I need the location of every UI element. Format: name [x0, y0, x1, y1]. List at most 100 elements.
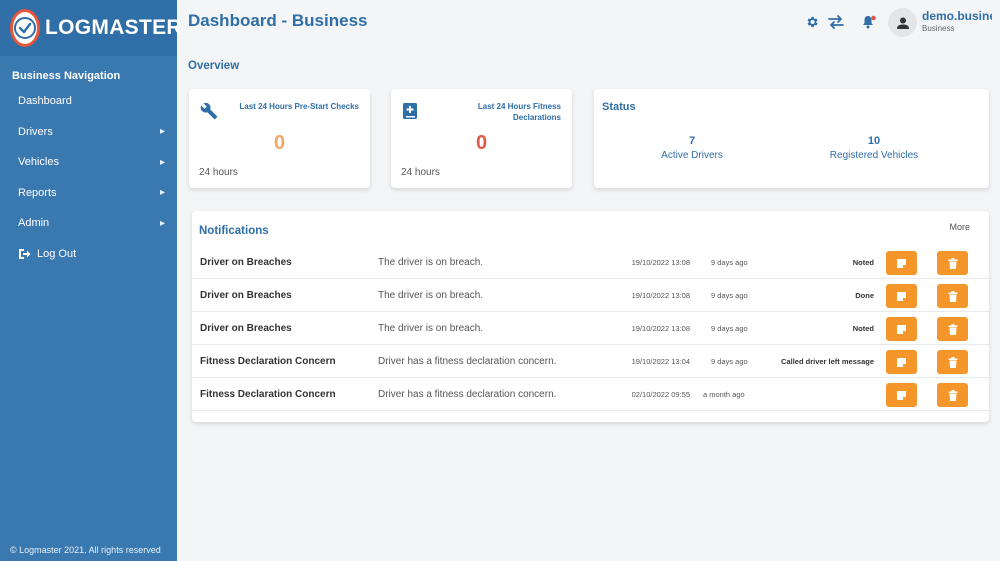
delete-button[interactable]: [937, 251, 968, 275]
note-button[interactable]: [886, 317, 917, 341]
avatar[interactable]: [888, 8, 917, 37]
notification-title: Driver on Breaches: [200, 290, 292, 301]
user-role: Business: [922, 24, 955, 33]
card-value: 0: [475, 132, 488, 154]
note-icon: [897, 390, 906, 400]
registered-vehicles-value: 10: [867, 135, 881, 147]
sidebar-item-reports[interactable]: Reports ▸: [0, 178, 177, 209]
sidebar-item-admin[interactable]: Admin ▸: [0, 208, 177, 239]
notification-status: Called driver left message: [781, 357, 874, 366]
notification-row: Fitness Declaration Concern Driver has a…: [192, 345, 990, 378]
notification-message: The driver is on breach.: [378, 323, 484, 334]
notification-row: Fitness Declaration Concern Driver has a…: [192, 378, 990, 411]
notification-ago: 9 days ago: [711, 357, 748, 366]
notification-message: Driver has a fitness declaration concern…: [378, 389, 557, 400]
status-title: Status: [602, 101, 636, 113]
notification-bell-icon[interactable]: [860, 13, 878, 31]
note-icon: [897, 258, 906, 268]
notifications-title: Notifications: [199, 225, 269, 237]
notification-status: Noted: [852, 324, 874, 333]
notification-ago: 9 days ago: [711, 324, 748, 333]
registered-vehicles-stat[interactable]: 10 Registered Vehicles: [794, 135, 954, 161]
registered-vehicles-label: Registered Vehicles: [829, 150, 919, 161]
notification-title: Fitness Declaration Concern: [200, 356, 336, 367]
notification-title: Driver on Breaches: [200, 323, 292, 334]
card-value: 0: [273, 132, 286, 154]
switch-arrows-icon[interactable]: [827, 13, 845, 31]
active-drivers-stat[interactable]: 7 Active Drivers: [612, 135, 772, 161]
delete-button[interactable]: [937, 350, 968, 374]
delete-button[interactable]: [937, 383, 968, 407]
card-title: Last 24 Hours Fitness Declarations: [477, 102, 561, 122]
copyright: © Logmaster 2021. All rights reserved: [10, 545, 161, 555]
gear-icon[interactable]: [803, 13, 821, 31]
note-button[interactable]: [886, 251, 917, 275]
sidebar: LOGMASTER Business Navigation Dashboard …: [0, 0, 182, 561]
brand-bar: LOGMASTER: [0, 0, 182, 56]
notification-row: Driver on Breaches The driver is on brea…: [192, 312, 990, 345]
notification-message: The driver is on breach.: [378, 257, 484, 268]
chevron-right-icon: ▸: [159, 217, 165, 229]
brand-name: LOGMASTER: [45, 16, 182, 39]
note-icon: [897, 291, 906, 301]
note-icon: [897, 324, 906, 334]
trash-icon: [948, 389, 957, 401]
notification-date: 19/10/2022 13:08: [631, 258, 690, 267]
sidebar-item-label: Log Out: [37, 247, 77, 260]
note-button[interactable]: [886, 383, 917, 407]
status-card: Status 7 Active Drivers 10 Registered Ve…: [594, 89, 989, 188]
page-title: Dashboard - Business: [188, 11, 368, 30]
active-drivers-value: 7: [688, 135, 696, 147]
header: Dashboard - Business demo.business Busin…: [177, 0, 1000, 46]
notification-row: Driver on Breaches The driver is on brea…: [192, 246, 990, 279]
notification-date: 19/10/2022 13:08: [631, 324, 690, 333]
sidebar-item-label: Vehicles: [18, 156, 59, 169]
notification-ago: 9 days ago: [711, 258, 748, 267]
notification-ago: 9 days ago: [711, 291, 748, 300]
notification-date: 19/10/2022 13:08: [631, 291, 690, 300]
wrench-icon: [200, 102, 218, 125]
sidebar-item-label: Admin: [18, 217, 50, 230]
notification-title: Fitness Declaration Concern: [200, 389, 336, 400]
nav-heading: Business Navigation: [12, 70, 121, 82]
notification-date: 02/10/2022 09:55: [631, 390, 690, 399]
card-subtitle: 24 hours: [401, 167, 440, 178]
note-icon: [897, 357, 906, 367]
user-name[interactable]: demo.business: [922, 9, 992, 23]
overview-title: Overview: [188, 60, 240, 72]
notification-message: The driver is on breach.: [378, 290, 484, 301]
logout-icon: [18, 248, 31, 260]
chevron-right-icon: ▸: [159, 156, 165, 168]
chevron-right-icon: ▸: [159, 187, 165, 199]
chevron-right-icon: ▸: [159, 126, 165, 138]
notifications-card: Notifications More Driver on Breaches Th…: [192, 211, 990, 422]
fitness-declarations-card[interactable]: Last 24 Hours Fitness Declarations 0 24 …: [391, 89, 572, 188]
trash-icon: [948, 356, 957, 368]
sidebar-item-label: Dashboard: [18, 95, 72, 108]
sidebar-item-label: Drivers: [18, 125, 53, 138]
sidebar-item-drivers[interactable]: Drivers ▸: [0, 117, 177, 148]
trash-icon: [948, 290, 957, 302]
sidebar-item-logout[interactable]: Log Out: [0, 239, 177, 270]
more-link[interactable]: More: [949, 222, 970, 232]
active-drivers-label: Active Drivers: [661, 150, 723, 161]
sidebar-item-vehicles[interactable]: Vehicles ▸: [0, 147, 177, 178]
note-button[interactable]: [886, 284, 917, 308]
delete-button[interactable]: [937, 284, 968, 308]
prestart-checks-card[interactable]: Last 24 Hours Pre-Start Checks 0 24 hour…: [189, 89, 370, 188]
notification-ago: a month ago: [703, 390, 745, 399]
notification-status: Done: [855, 291, 874, 300]
sidebar-item-label: Reports: [18, 186, 57, 199]
note-button[interactable]: [886, 350, 917, 374]
delete-button[interactable]: [937, 317, 968, 341]
notification-row: Driver on Breaches The driver is on brea…: [192, 279, 990, 312]
logmaster-logo-icon: [10, 9, 40, 47]
notification-date: 19/10/2022 13:04: [631, 357, 690, 366]
card-title: Last 24 Hours Pre-Start Checks: [239, 102, 359, 111]
notification-message: Driver has a fitness declaration concern…: [378, 356, 557, 367]
sidebar-item-dashboard[interactable]: Dashboard: [0, 86, 177, 117]
notification-title: Driver on Breaches: [200, 257, 292, 268]
notification-status: Noted: [852, 258, 874, 267]
trash-icon: [948, 323, 957, 335]
trash-icon: [948, 257, 957, 269]
